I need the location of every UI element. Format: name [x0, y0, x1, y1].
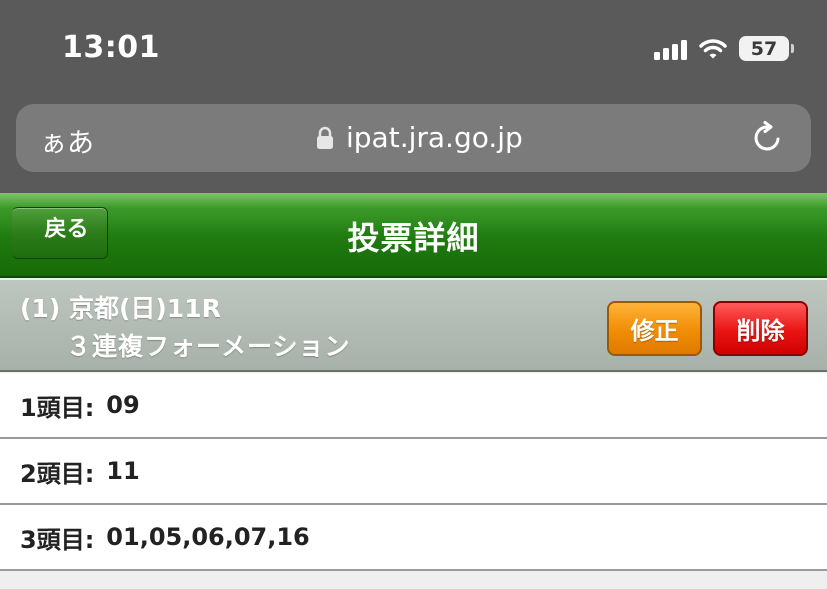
page-header: 戻る 投票詳細: [0, 193, 827, 278]
wifi-icon: [699, 38, 727, 60]
url-text: ipat.jra.go.jp: [346, 121, 523, 154]
selection-row-2: 2頭目: 11: [0, 439, 827, 505]
signal-icon: [654, 38, 687, 60]
selection-label: 3頭目:: [20, 525, 95, 554]
race-title: (1) 京都(日)11R: [20, 294, 221, 323]
race-info-bar: (1) 京都(日)11R ３連複フォーメーション 修正 削除: [0, 280, 827, 372]
status-time: 13:01: [62, 30, 160, 65]
edit-button[interactable]: 修正: [607, 301, 702, 356]
lock-icon: [317, 126, 333, 149]
page-background: [0, 571, 827, 589]
selection-row-3: 3頭目: 01,05,06,07,16: [0, 505, 827, 571]
reader-settings-button[interactable]: ぁあ: [40, 121, 94, 160]
selection-value: 01,05,06,07,16: [106, 523, 310, 551]
selection-value: 09: [106, 391, 140, 419]
browser-chrome: 13:01 57 ぁあ ipat.jra.go.jp: [0, 0, 827, 193]
bet-type: ３連複フォーメーション: [66, 332, 351, 361]
battery-level: 57: [750, 37, 778, 60]
address-bar[interactable]: ぁあ ipat.jra.go.jp: [16, 104, 811, 172]
selection-list: 1頭目: 09 2頭目: 11 3頭目: 01,05,06,07,16: [0, 373, 827, 571]
delete-button[interactable]: 削除: [713, 301, 808, 356]
reload-icon[interactable]: [751, 121, 785, 159]
page-title: 投票詳細: [347, 219, 480, 257]
selection-label: 2頭目:: [20, 459, 95, 488]
status-icons: 57: [654, 36, 794, 61]
url-display[interactable]: ipat.jra.go.jp: [316, 121, 523, 154]
selection-row-1: 1頭目: 09: [0, 373, 827, 439]
selection-label: 1頭目:: [20, 393, 95, 422]
selection-value: 11: [106, 457, 140, 485]
battery-icon: 57: [739, 36, 794, 61]
